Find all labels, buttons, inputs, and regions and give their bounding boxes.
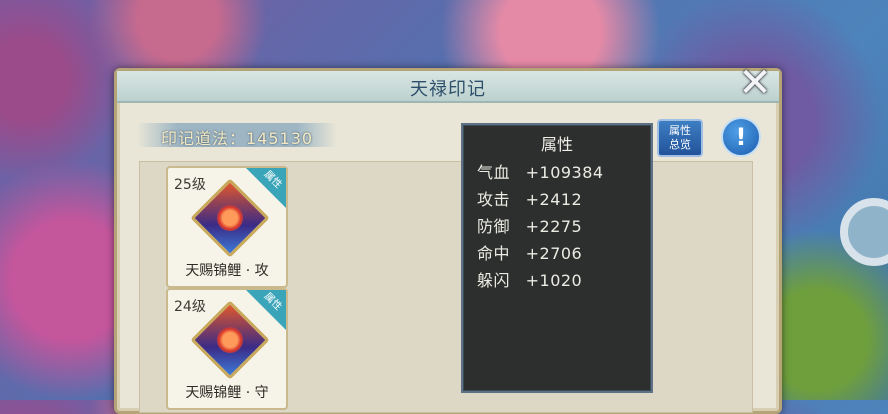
attr-row-attack: 攻击 +2412 (477, 186, 582, 210)
attr-value: +2275 (525, 217, 583, 236)
attr-label: 躲闪 (477, 271, 511, 290)
info-button[interactable]: ! (721, 117, 761, 157)
dialog-title: 天禄印记 (410, 79, 486, 100)
attr-row-hit: 命中 +2706 (477, 240, 582, 264)
seal-card-defense[interactable]: 24级 属性 天赐锦鲤 · 守 (166, 288, 288, 410)
seal-list[interactable]: 25级 属性 天赐锦鲤 · 攻 24级 属性 天赐锦鲤 · 守 (139, 161, 753, 413)
attr-label: 命中 (477, 244, 511, 263)
attr-label: 防御 (477, 217, 511, 236)
seal-dialog: 天禄印记 印记道法：145130 25级 属性 天赐锦鲤 · 攻 24级 属性 … (114, 68, 782, 414)
attr-value: +109384 (525, 163, 604, 182)
attr-row-hp: 气血 +109384 (477, 159, 604, 183)
card-name: 天赐锦鲤 · 守 (185, 385, 269, 401)
attr-value: +2706 (525, 244, 583, 263)
exclamation-icon: ! (735, 123, 747, 151)
card-level: 25级 (174, 177, 206, 193)
attribute-overview-label-1: 属性 (669, 124, 691, 137)
attr-value: +2412 (525, 190, 583, 209)
popup-title: 属性 (540, 135, 573, 154)
background-ring-icon (840, 198, 888, 266)
card-name: 天赐锦鲤 · 攻 (185, 263, 269, 279)
attribute-overview-button[interactable]: 属性 总览 (657, 119, 703, 157)
card-level: 24级 (174, 299, 206, 315)
attr-value: +1020 (525, 271, 583, 290)
attr-row-defense: 防御 +2275 (477, 213, 582, 237)
close-button[interactable]: ✕ (736, 60, 774, 106)
attributes-popup: 属性 气血 +109384 攻击 +2412 防御 +2275 命中 +2706… (461, 123, 653, 393)
seal-score: 印记道法：145130 (161, 129, 314, 148)
attr-label: 攻击 (477, 190, 511, 209)
close-icon: ✕ (738, 60, 772, 106)
attribute-overview-label-2: 总览 (669, 138, 691, 151)
dialog-titlebar: 天禄印记 (117, 71, 779, 103)
seal-card-attack[interactable]: 25级 属性 天赐锦鲤 · 攻 (166, 166, 288, 288)
attr-label: 气血 (477, 163, 511, 182)
attr-row-dodge: 躲闪 +1020 (477, 267, 582, 291)
